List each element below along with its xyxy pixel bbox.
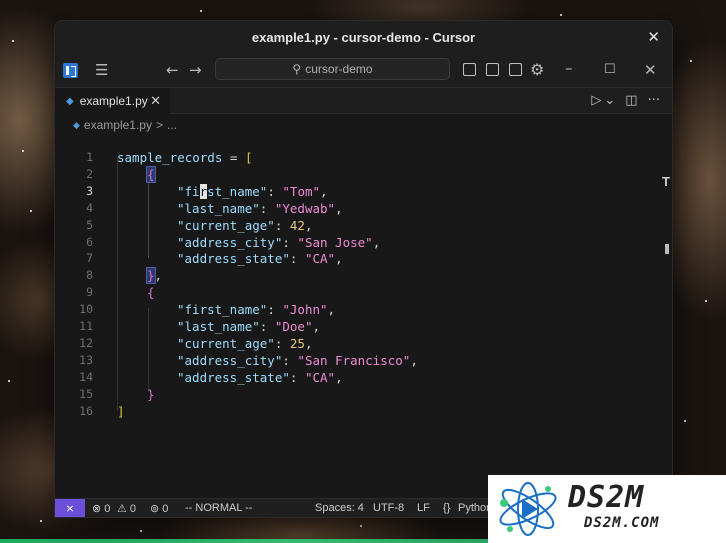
code-line[interactable]: 5 "current_age": 42, [55, 217, 672, 234]
line-number: 12 [79, 335, 93, 350]
code-text: "address_city": "San Jose", [177, 234, 381, 250]
code-text: "first_name": "John", [177, 302, 336, 318]
code-text: "last_name": "Yedwab", [177, 200, 343, 216]
line-number: 9 [86, 285, 93, 300]
code-text: sample_records = [ [117, 150, 253, 165]
line-ending[interactable]: LF [417, 502, 430, 514]
code-text: "last_name": "Doe", [177, 319, 321, 334]
logo-subtitle: DS2M.COM [584, 515, 660, 531]
code-text: "address_state": "CA", [177, 369, 343, 385]
code-line[interactable]: 9{ [55, 284, 672, 301]
encoding[interactable]: UTF-8 [373, 502, 404, 514]
toggle-panel-icon[interactable] [486, 63, 499, 76]
code-line[interactable]: 10 "first_name": "John", [55, 301, 672, 318]
tab-example1-py[interactable]: ◆ example1.py ✕ [55, 88, 170, 114]
line-number: 8 [86, 268, 93, 283]
code-line[interactable]: 3 "first_name": "Tom", [55, 183, 672, 200]
breadcrumb-separator: > [155, 118, 163, 132]
cursor-window: example1.py - cursor-demo - Cursor ✕ ☰ ←… [55, 21, 672, 517]
code-text: "address_city": "San Francisco", [177, 352, 418, 368]
python-file-icon: ◆ [66, 95, 74, 107]
window-close-icon[interactable]: ✕ [647, 28, 660, 46]
ports-count[interactable]: ⊚ 0 [150, 502, 168, 515]
code-line[interactable]: 7 "address_state": "CA", [55, 250, 672, 267]
scrollbar-thumb[interactable] [665, 244, 669, 254]
line-number: 7 [86, 251, 93, 266]
code-text: } [147, 386, 155, 402]
line-number: 10 [79, 302, 93, 317]
code-line[interactable]: 13 "address_city": "San Francisco", [55, 352, 672, 369]
code-text: { [147, 285, 155, 301]
line-number: 11 [79, 319, 93, 333]
line-number: 2 [86, 166, 93, 181]
run-dropdown-icon[interactable]: ⌄ [604, 93, 615, 108]
toggle-primary-sidebar-icon[interactable] [463, 63, 476, 76]
code-line[interactable]: 8}, [55, 267, 672, 285]
errors-count[interactable]: ⊗ 0 [92, 502, 110, 515]
editor-tab-bar: ◆ example1.py ✕ ▷ ⌄ ◫ ··· [55, 88, 672, 114]
line-number: 6 [86, 234, 93, 249]
code-line[interactable]: 11 "last_name": "Doe", [55, 318, 672, 335]
code-line[interactable]: 4 "last_name": "Yedwab", [55, 200, 672, 217]
line-number: 4 [86, 200, 93, 215]
title-bar: example1.py - cursor-demo - Cursor ✕ [55, 21, 672, 54]
remote-indicator[interactable]: ⨯ [55, 499, 85, 517]
line-number: 1 [86, 150, 93, 164]
code-text: "address_state": "CA", [177, 251, 343, 267]
search-icon: ⚲ [292, 62, 302, 76]
window-title: example1.py - cursor-demo - Cursor [251, 30, 476, 45]
split-editor-icon[interactable]: ◫ [625, 93, 637, 108]
minimize-icon[interactable]: – [565, 61, 573, 76]
code-line[interactable]: 1 sample_records = [ [55, 149, 672, 166]
toolbar: ☰ ← → ⚲ cursor-demo ⚙ – ☐ ✕ [55, 54, 672, 88]
logo-title: DS2M [568, 480, 645, 515]
search-text: cursor-demo [305, 62, 373, 76]
line-number: 14 [79, 369, 93, 384]
toggle-secondary-sidebar-icon[interactable] [509, 63, 522, 76]
line-number: 16 [79, 403, 93, 418]
breadcrumb-file[interactable]: example1.py [84, 118, 152, 132]
settings-gear-icon[interactable]: ⚙ [530, 62, 544, 78]
run-icon[interactable]: ▷ [591, 93, 601, 108]
code-line[interactable]: 16] [55, 403, 672, 420]
line-number: 15 [79, 386, 93, 401]
code-text: }, [146, 267, 163, 285]
maximize-icon[interactable]: ☐ [604, 62, 616, 77]
code-text: "first_name": "Tom", [177, 183, 328, 199]
line-number: 5 [86, 217, 93, 232]
code-text: ] [117, 403, 125, 419]
command-center-search[interactable]: ⚲ cursor-demo [215, 58, 450, 80]
code-line[interactable]: 6 "address_city": "San Jose", [55, 234, 672, 251]
language-icon: {} [443, 502, 451, 514]
line-number: 13 [79, 352, 93, 367]
code-line[interactable]: 2{ [55, 165, 672, 183]
ds2m-watermark: DS2M DS2M.COM [488, 475, 726, 543]
breadcrumb-symbols[interactable]: ... [167, 118, 177, 132]
forward-arrow-icon[interactable]: → [189, 63, 202, 78]
editor-actions: ▷ ⌄ ◫ ··· [591, 93, 660, 108]
code-editor[interactable]: 1 sample_records = [2{3 "first_name": "Tom… [55, 135, 672, 498]
back-arrow-icon[interactable]: ← [166, 63, 179, 78]
tab-label: example1.py [79, 94, 148, 108]
code-text: "current_age": 25, [177, 335, 313, 351]
code-line[interactable]: 14 "address_state": "CA", [55, 369, 672, 386]
vim-mode: -- NORMAL -- [185, 502, 253, 514]
indentation[interactable]: Spaces: 4 [315, 502, 364, 514]
breadcrumb: ◆ example1.py > ... [55, 115, 672, 135]
tab-close-icon[interactable]: ✕ [150, 93, 161, 109]
ds2m-logo-icon [499, 482, 557, 536]
menu-icon[interactable]: ☰ [95, 63, 108, 78]
close-icon[interactable]: ✕ [644, 63, 657, 78]
code-text: "current_age": 42, [177, 217, 313, 233]
minimap-marker-icon: T [662, 174, 670, 189]
breadcrumb-python-icon: ◆ [73, 119, 80, 130]
more-actions-icon[interactable]: ··· [648, 93, 660, 108]
warnings-count[interactable]: ⚠ 0 [117, 502, 136, 515]
cursor-logo-icon [63, 63, 78, 78]
code-line[interactable]: 12 "current_age": 25, [55, 335, 672, 352]
code-text: { [146, 165, 156, 183]
code-line[interactable]: 15} [55, 386, 672, 403]
line-number: 3 [86, 183, 93, 198]
